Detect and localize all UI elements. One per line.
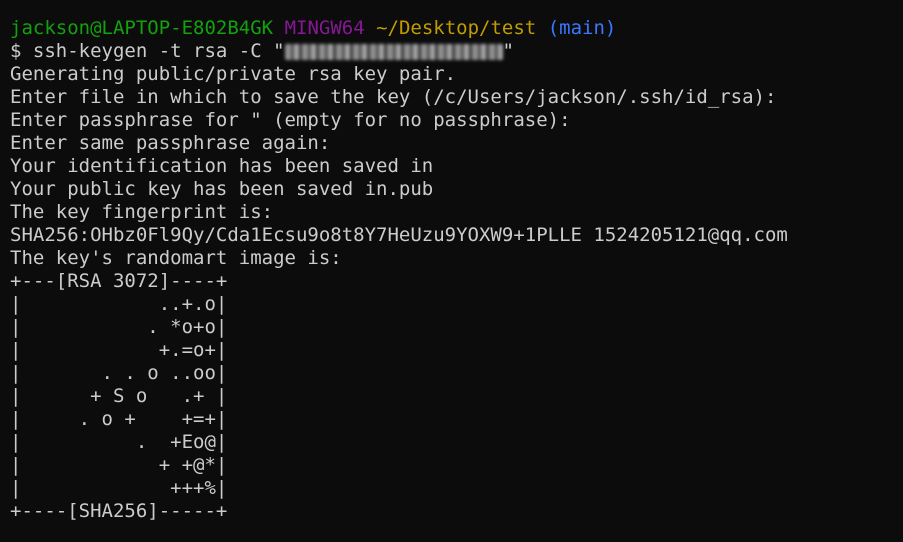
randomart-line: | + S o .+ | — [10, 385, 228, 407]
terminal-window[interactable]: jackson@LAPTOP-E802B4GK MINGW64 ~/Deskto… — [0, 0, 903, 542]
fingerprint-line: SHA256:OHbz0Fl9Qy/Cda1Ecsu9o8t8Y7HeUzu9Y… — [10, 224, 788, 246]
prompt-cwd: ~/Desktop/test — [376, 17, 537, 39]
output-line: Enter passphrase for " (empty for no pas… — [10, 109, 571, 131]
prompt-user-host: jackson@LAPTOP-E802B4GK — [10, 17, 274, 39]
randomart-line: | . +Eo@| — [10, 431, 228, 453]
output-line: Your public key has been saved in.pub — [10, 178, 434, 200]
randomart-line: | +.=o+| — [10, 339, 228, 361]
randomart-line: | . . o ..oo| — [10, 362, 228, 384]
randomart-line: +----[SHA256]-----+ — [10, 500, 228, 522]
command-close-quote: " — [502, 40, 514, 62]
output-line: Enter file in which to save the key (/c/… — [10, 86, 777, 108]
output-line: The key's randomart image is: — [10, 247, 342, 269]
randomart-line: | ..+.o| — [10, 293, 228, 315]
randomart-line: | . o + +=+| — [10, 408, 228, 430]
output-line: The key fingerprint is: — [10, 201, 274, 223]
shell-prompt: jackson@LAPTOP-E802B4GK MINGW64 ~/Deskto… — [10, 17, 903, 40]
output-line: Generating public/private rsa key pair. — [10, 63, 457, 85]
prompt-git-branch: (main) — [547, 17, 617, 39]
output-line: Enter same passphrase again: — [10, 132, 331, 154]
randomart-line: | . *o+o| — [10, 316, 228, 338]
randomart-line: +---[RSA 3072]----+ — [10, 270, 228, 292]
redacted-email-blur — [284, 43, 503, 60]
randomart-line: | + +@*| — [10, 454, 228, 476]
output-line: Your identification has been saved in — [10, 155, 434, 177]
command-line: $ ssh-keygen -t rsa -C " " — [10, 40, 903, 63]
prompt-system: MINGW64 — [284, 17, 365, 39]
randomart-line: | +++%| — [10, 477, 228, 499]
command-text: $ ssh-keygen -t rsa -C " — [10, 40, 285, 62]
